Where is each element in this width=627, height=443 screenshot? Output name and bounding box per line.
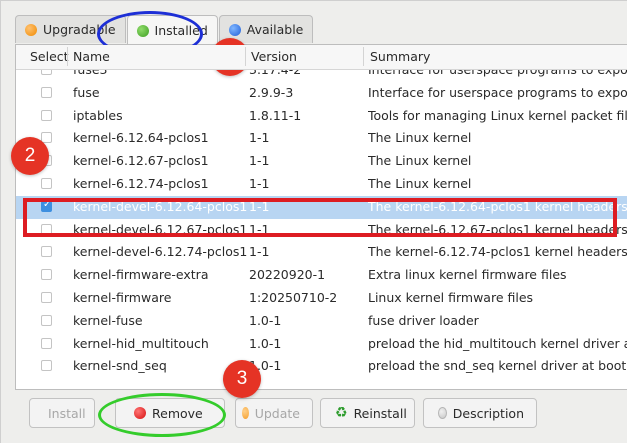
checkmark-icon: ✓ <box>43 198 52 210</box>
orange-dot-icon <box>25 23 37 36</box>
package-version: 1-1 <box>249 153 270 169</box>
table-row[interactable]: ✓kernel-6.12.67-pclos11-1The Linux kerne… <box>16 150 627 173</box>
column-header-version[interactable]: Version <box>251 49 297 64</box>
package-version: 1.8.11-1 <box>249 107 302 123</box>
package-name: kernel-6.12.74-pclos1 <box>73 175 209 191</box>
table-header: Select Name Version Summary <box>16 45 627 70</box>
package-name: fuse <box>73 84 100 100</box>
table-row[interactable]: ✓ fuse 2.9.9-3 Interface for userspace prog… <box>16 82 627 105</box>
column-header-summary[interactable]: Summary <box>370 49 430 64</box>
select-checkbox[interactable]: ✓ <box>41 314 52 326</box>
package-summary: Linux kernel firmware files <box>368 289 534 305</box>
column-header-select[interactable]: Select <box>30 49 69 64</box>
package-name: kernel-firmware <box>73 289 172 305</box>
remove-button[interactable]: Remove <box>115 398 225 428</box>
package-name: kernel-fuse <box>73 312 143 328</box>
package-summary: The Linux kernel <box>368 130 472 146</box>
table-row[interactable]: ✓kernel-6.12.64-pclos11-1The Linux kerne… <box>16 127 627 150</box>
select-checkbox[interactable]: ✓ <box>41 291 52 303</box>
table-row[interactable]: ✓ kernel-6.12.74-pclos1 1-1 The Linux kerne… <box>16 173 627 196</box>
select-checkbox[interactable]: ✓ <box>41 198 52 212</box>
select-checkbox[interactable]: ✓ <box>41 177 52 189</box>
package-name: kernel-devel-6.12.64-pclos1 <box>73 198 248 214</box>
package-version: 20220920-1 <box>249 267 326 283</box>
package-summary: Tools for managing Linux kernel packet f… <box>368 107 627 123</box>
remove-button-label: Remove <box>152 405 203 421</box>
update-button-label: Update <box>254 405 300 421</box>
green-dot-icon <box>136 24 149 37</box>
select-checkbox[interactable]: ✓ <box>41 223 52 235</box>
table-row[interactable]: ✓kernel-snd_seq1.0-1preload the snd_seq … <box>16 355 627 378</box>
select-checkbox[interactable]: ✓ <box>41 109 52 121</box>
tab-label: Installed <box>154 23 208 38</box>
tab-upgradable[interactable]: Upgradable <box>15 15 126 43</box>
package-summary: The kernel-6.12.64-pclos1 kernel headers <box>368 198 627 214</box>
table-row[interactable]: ✓ kernel-fuse 1.0-1 fuse driver loader <box>16 310 627 333</box>
table-row[interactable]: ✓ iptables 1.8.11-1 Tools for managing Linu… <box>16 105 627 128</box>
package-name: kernel-6.12.67-pclos1 <box>73 153 209 169</box>
select-checkbox[interactable]: ✓ <box>41 360 52 372</box>
package-summary: preload the snd_seq kernel driver at boo… <box>368 358 627 374</box>
tab-bar: Upgradable Installed Available <box>15 15 314 45</box>
package-version: 1-1 <box>249 130 270 146</box>
update-button[interactable]: Update <box>235 398 313 428</box>
description-button[interactable]: Description <box>423 398 537 428</box>
package-version: 1.0-1 <box>249 335 282 351</box>
package-summary: The kernel-6.12.67-pclos1 kernel headers <box>368 221 627 237</box>
select-checkbox[interactable]: ✓ <box>41 337 52 349</box>
package-summary: Interface for userspace programs to expo… <box>368 84 627 100</box>
package-name: kernel-firmware-extra <box>73 267 209 283</box>
package-name: kernel-devel-6.12.74-pclos1 <box>73 244 248 260</box>
column-header-name[interactable]: Name <box>73 49 110 64</box>
package-name: kernel-hid_multitouch <box>73 335 209 351</box>
blue-dot-icon <box>228 23 241 36</box>
package-version: 1-1 <box>249 198 270 214</box>
package-summary: The Linux kernel <box>368 153 472 169</box>
reinstall-button-label: Reinstall <box>353 405 407 421</box>
package-manager-window: Upgradable Installed Available ✓fuse33.1… <box>0 0 627 443</box>
package-version: 1:20250710-2 <box>249 289 338 305</box>
package-summary: The kernel-6.12.74-pclos1 kernel headers <box>368 244 627 260</box>
install-button[interactable]: Install <box>29 398 95 428</box>
column-divider <box>245 47 246 66</box>
tab-installed[interactable]: Installed <box>126 15 218 45</box>
package-summary: fuse driver loader <box>368 312 479 328</box>
package-name: kernel-6.12.64-pclos1 <box>73 130 209 146</box>
grey-dot-icon <box>438 407 447 419</box>
select-checkbox[interactable]: ✓ <box>41 269 52 281</box>
package-name: kernel-devel-6.12.67-pclos1 <box>73 221 248 237</box>
annotation-badge-3: 3 <box>223 360 261 398</box>
package-version: 1.0-1 <box>249 312 282 328</box>
package-summary: preload the hid_multitouch kernel driver… <box>368 335 627 351</box>
description-button-label: Description <box>452 405 524 421</box>
orange-dot-icon <box>242 407 249 419</box>
reinstall-button[interactable]: ♻ Reinstall <box>320 398 415 428</box>
package-summary: The Linux kernel <box>368 175 472 191</box>
tab-label: Upgradable <box>43 22 116 37</box>
select-checkbox[interactable]: ✓ <box>41 246 52 258</box>
package-summary: Extra linux kernel firmware files <box>368 267 567 283</box>
tab-label: Available <box>246 22 304 37</box>
table-row[interactable]: ✓ kernel-firmware-extra 20220920-1 Extra li… <box>16 264 627 287</box>
package-rows: ✓fuse33.17.4-2Interface for userspace pr… <box>16 59 627 378</box>
package-version: 1-1 <box>249 244 270 260</box>
column-divider <box>67 47 68 66</box>
package-version: 1-1 <box>249 175 270 191</box>
table-row[interactable]: ✓ kernel-firmware 1:20250710-2 Linux kernel… <box>16 287 627 310</box>
table-row[interactable]: ✓ kernel-devel-6.12.74-pclos11-1 The kerne… <box>16 241 627 264</box>
annotation-badge-2: 2 <box>11 137 49 175</box>
select-checkbox[interactable]: ✓ <box>41 86 52 98</box>
table-row[interactable]: ✓ kernel-devel-6.12.67-pclos11-1 The kerne… <box>16 219 627 242</box>
red-dot-icon <box>134 407 146 419</box>
column-divider <box>363 47 364 66</box>
table-row[interactable]: ✓ kernel-devel-6.12.64-pclos1 1-1 The kerne… <box>16 195 627 219</box>
package-version: 2.9.9-3 <box>249 84 294 100</box>
recycle-icon: ♻ <box>335 405 348 421</box>
package-version: 1.0-1 <box>249 358 282 374</box>
package-name: iptables <box>73 107 123 123</box>
package-version: 1-1 <box>249 221 270 237</box>
package-table: ✓fuse33.17.4-2Interface for userspace pr… <box>15 44 627 390</box>
table-row[interactable]: ✓ kernel-hid_multitouch 1.0-1 preload the h… <box>16 333 627 356</box>
install-button-label: Install <box>48 405 86 421</box>
